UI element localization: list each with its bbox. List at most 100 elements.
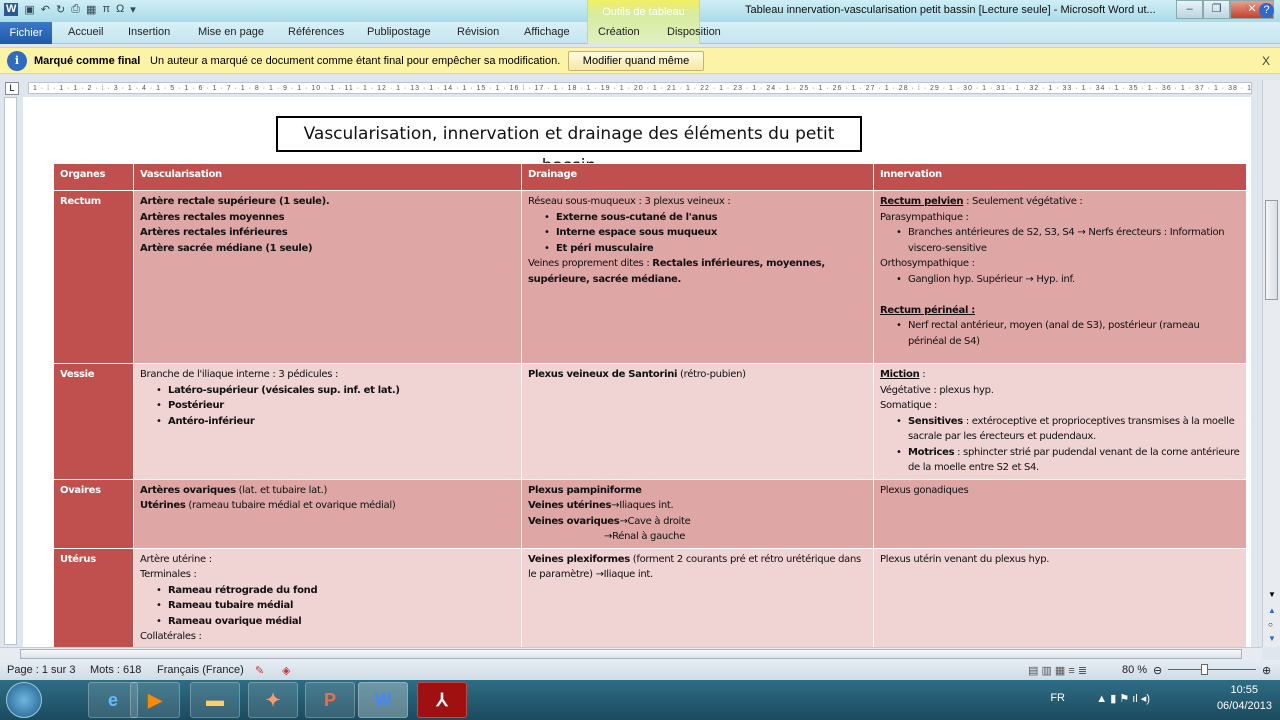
tab-fichier[interactable]: Fichier	[0, 22, 52, 44]
text-line: Veines plexiformes (forment 2 courants p…	[528, 552, 867, 583]
edit-anyway-button[interactable]: Modifier quand même	[568, 51, 704, 71]
tab-affichage[interactable]: Affichage	[524, 26, 570, 38]
text-line: Rectum pelvien : Seulement végétative :	[880, 194, 1240, 210]
zoom-out-icon[interactable]: ⊖	[1153, 664, 1162, 677]
start-button[interactable]	[6, 682, 42, 718]
maximize-button[interactable]: ❐	[1203, 0, 1230, 19]
text-run: Veines proprement dites :	[528, 258, 653, 269]
zoom-slider-knob[interactable]	[1201, 664, 1208, 675]
table-tools-group: Outils de tableau Création Disposition	[587, 0, 721, 44]
view-buttons-icon[interactable]: ▤ ▥ ▦ ≡ ≣	[1028, 664, 1087, 677]
table-icon[interactable]: ▦	[86, 3, 96, 16]
scroll-thumb[interactable]	[1265, 200, 1278, 300]
text-run: Parasympathique :	[880, 211, 969, 223]
tab-mise-en-page[interactable]: Mise en page	[198, 26, 264, 38]
bullet-item: Rameau rétrograde du fond	[140, 583, 515, 599]
text-line: Utérines (rameau tubaire médial et ovari…	[140, 498, 515, 514]
text-run: (rameau tubaire médial et ovarique média…	[185, 500, 396, 511]
innervation-cell: Miction : Végétative : plexus hyp. Somatiq…	[873, 363, 1247, 480]
drainage-cell: Plexus veineux de Santorini (rétro-pubie…	[521, 363, 874, 480]
adobe-reader-taskbar-icon[interactable]: ⅄	[417, 682, 467, 718]
language-indicator[interactable]: FR	[1050, 692, 1065, 704]
scroll-down-icon[interactable]: ▼	[1268, 590, 1276, 599]
help-icon[interactable]: ?	[1259, 3, 1274, 18]
word-taskbar-icon[interactable]: W	[358, 682, 408, 718]
text-run: Somatique :	[880, 400, 938, 411]
horizontal-scroll-thumb[interactable]	[20, 649, 1242, 659]
text-line: Collatérales :	[140, 629, 515, 645]
text-run: Plexus veineux de Santorini	[528, 369, 678, 380]
next-page-icon[interactable]: ▼	[1268, 634, 1276, 643]
tab-publipostage[interactable]: Publipostage	[367, 26, 431, 38]
customize-icon[interactable]: ▾	[130, 3, 136, 16]
tab-revision[interactable]: Révision	[457, 26, 499, 38]
redo-icon[interactable]: ↻	[56, 3, 65, 16]
text-run: Artère sacrée médiane (1 seule)	[140, 242, 313, 254]
browse-object-icon[interactable]: ○	[1268, 620, 1273, 629]
vertical-scrollbar[interactable]: ▼ ▲ ○ ▼	[1262, 80, 1280, 647]
text-line: Plexus veineux de Santorini (rétro-pubie…	[528, 367, 867, 383]
print-icon[interactable]: ⎙	[71, 3, 80, 16]
page-count[interactable]: Page : 1 sur 3	[7, 664, 76, 676]
undo-icon[interactable]: ↶	[41, 3, 50, 16]
taskbar: e ▶ ▬ ✦ P W ⅄ FR ▲ ▮ ⚑ ıl ◂) 10:55 06/04…	[0, 680, 1280, 720]
table-row: Ovaires Artères ovariques (lat. et tubair…	[53, 478, 1247, 549]
tab-creation[interactable]: Création	[598, 26, 640, 38]
ruler-scale: 1 · ⁞ · 1 · 1 · 2 · ⁞ · 3 · 1 · 4 · 1 · …	[28, 82, 1252, 94]
organ-cell: Utérus	[53, 547, 134, 647]
horizontal-scrollbar[interactable]	[0, 647, 1262, 660]
clock-time[interactable]: 10:55	[1230, 684, 1258, 696]
text-run: Branche de l'iliaque interne : 3 pédicul…	[140, 369, 339, 380]
vertical-ruler[interactable]	[4, 97, 17, 645]
text-line: Réseau sous-muqueux : 3 plexus veineux :	[528, 194, 867, 210]
text-line: Branche de l'iliaque interne : 3 pédicul…	[140, 367, 515, 383]
close-message-icon[interactable]: X	[1262, 54, 1270, 68]
text-run: Externe sous-cutané de l'anus	[556, 211, 718, 223]
text-run: : sphincter strié par pudendal venant de…	[908, 446, 1240, 474]
proofing-icon[interactable]: ✎	[255, 664, 264, 677]
bullet-item: Sensitives : extéroceptive et propriocep…	[880, 414, 1240, 445]
clock-date[interactable]: 06/04/2013	[1217, 700, 1272, 712]
text-line: Artère utérine :	[140, 552, 515, 568]
text-line: Veines ovariques→Cave à droite	[528, 514, 867, 530]
symbol-icon[interactable]: Ω	[116, 3, 124, 16]
tab-accueil[interactable]: Accueil	[68, 26, 103, 38]
zoom-level[interactable]: 80 %	[1122, 664, 1147, 676]
bullet-item: Externe sous-cutané de l'anus	[528, 210, 867, 226]
tab-insertion[interactable]: Insertion	[128, 26, 170, 38]
tab-selector[interactable]: L	[5, 82, 19, 95]
tray-icons[interactable]: ▲ ▮ ⚑ ıl ◂)	[1096, 692, 1150, 705]
document-page[interactable]: Vascularisation, innervation et drainage…	[23, 97, 1251, 647]
text-run: Végétative : plexus hyp.	[880, 384, 994, 396]
horizontal-ruler[interactable]: L 1 · ⁞ · 1 · 1 · 2 · ⁞ · 3 · 1 · 4 · 1 …	[0, 80, 1262, 96]
text-run: Motrices	[908, 446, 955, 458]
window-title: Tableau innervation-vascularisation peti…	[745, 4, 1156, 16]
message-text: Un auteur a marqué ce document comme éta…	[150, 55, 561, 67]
tab-disposition[interactable]: Disposition	[667, 26, 721, 38]
macro-icon[interactable]: ◈	[282, 664, 290, 677]
previous-page-icon[interactable]: ▲	[1268, 606, 1276, 615]
text-run: Postérieur	[168, 400, 224, 411]
table-header-row: Organes Vascularisation Drainage Innerva…	[53, 163, 1247, 191]
powerpoint-taskbar-icon[interactable]: P	[305, 682, 355, 718]
drainage-cell: Veines plexiformes (forment 2 courants p…	[521, 547, 874, 647]
save-icon[interactable]: ▣	[24, 3, 34, 16]
minimize-ribbon-icon[interactable]: ♡	[1245, 4, 1254, 15]
bullet-item: Branches antérieures de S2, S3, S4 → Ner…	[880, 225, 1240, 256]
explorer-taskbar-icon[interactable]: ▬	[190, 682, 240, 718]
zoom-in-icon[interactable]: ⊕	[1262, 664, 1271, 677]
text-run: Miction	[880, 369, 920, 380]
tab-references[interactable]: Références	[288, 26, 344, 38]
language[interactable]: Français (France)	[157, 664, 244, 676]
text-run: Veines utérines	[528, 500, 612, 511]
minimize-button[interactable]: –	[1176, 0, 1203, 19]
equation-icon[interactable]: π	[102, 3, 110, 16]
paint-taskbar-icon[interactable]: ✦	[248, 682, 298, 718]
text-run: Branches antérieures de S2, S3, S4 → Ner…	[908, 227, 1225, 254]
word-count[interactable]: Mots : 618	[90, 664, 141, 676]
text-run: Plexus pampiniforme	[528, 484, 642, 496]
media-player-taskbar-icon[interactable]: ▶	[130, 682, 180, 718]
zoom-slider[interactable]	[1168, 669, 1256, 670]
content-table: Organes Vascularisation Drainage Innerva…	[53, 163, 1247, 647]
text-line: Somatique :	[880, 398, 1240, 414]
